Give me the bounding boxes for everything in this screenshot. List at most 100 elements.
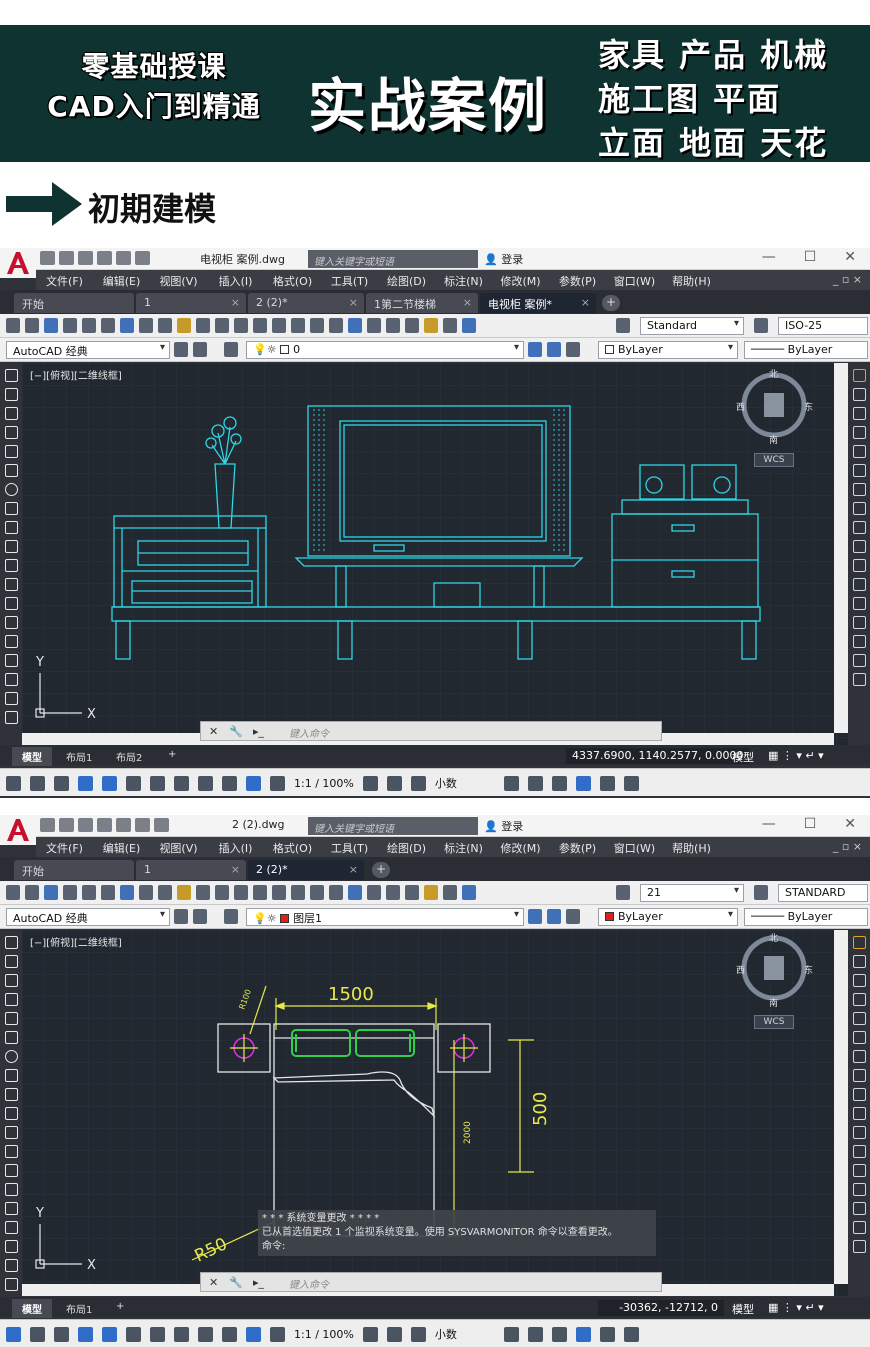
units-icon[interactable] bbox=[410, 775, 426, 791]
more-icon[interactable] bbox=[135, 251, 150, 265]
offset-icon[interactable] bbox=[852, 993, 866, 1006]
menu-draw[interactable]: 绘图(D) bbox=[378, 837, 435, 857]
color-select[interactable]: ByLayer ▾ bbox=[598, 908, 738, 926]
maximize-icon[interactable]: ☐ bbox=[804, 816, 817, 832]
print-icon[interactable] bbox=[116, 251, 131, 265]
table-icon[interactable] bbox=[4, 1259, 18, 1272]
search-input[interactable]: 键入关键字或短语 bbox=[308, 817, 478, 835]
minimize-icon[interactable]: — bbox=[762, 816, 776, 832]
menu-help[interactable]: 帮助(H) bbox=[663, 837, 720, 857]
extend-icon[interactable] bbox=[852, 1126, 866, 1139]
isolate-icon[interactable] bbox=[551, 775, 567, 791]
ortho-icon[interactable] bbox=[78, 1326, 93, 1342]
close-icon[interactable]: ✕ bbox=[844, 249, 856, 265]
isolate-icon[interactable] bbox=[551, 1326, 567, 1342]
menu-dimension[interactable]: 标注(N) bbox=[435, 270, 492, 290]
menu-draw[interactable]: 绘图(D) bbox=[378, 270, 435, 290]
break-icon[interactable] bbox=[852, 578, 866, 591]
chamfer-icon[interactable] bbox=[852, 1183, 866, 1196]
text-style-select[interactable]: 21 ▾ bbox=[640, 884, 744, 902]
menu-format[interactable]: 格式(O) bbox=[264, 270, 321, 290]
save-icon[interactable] bbox=[44, 885, 58, 900]
wcs-menu[interactable]: WCS bbox=[754, 453, 794, 467]
menu-insert[interactable]: 插入(I) bbox=[207, 270, 264, 290]
tab-start[interactable]: 开始 bbox=[14, 860, 134, 880]
rectangle-icon[interactable] bbox=[4, 445, 18, 458]
new-tab-button[interactable]: + bbox=[372, 862, 390, 878]
print-icon[interactable] bbox=[63, 318, 77, 333]
menu-file[interactable]: 文件(F) bbox=[36, 270, 93, 290]
layer-previous-icon[interactable] bbox=[547, 909, 561, 924]
construction-line-icon[interactable] bbox=[4, 388, 18, 401]
menu-insert[interactable]: 插入(I) bbox=[207, 837, 264, 857]
dim-style-select[interactable]: STANDARD bbox=[778, 884, 868, 902]
design-center-icon[interactable] bbox=[367, 885, 381, 900]
prompt-icon[interactable]: ▸_ bbox=[253, 1276, 264, 1289]
mdi-controls[interactable]: _ ▫ × bbox=[825, 270, 870, 290]
app-menu-button[interactable] bbox=[0, 815, 36, 845]
open-file-icon[interactable] bbox=[59, 251, 74, 265]
insert-block-icon[interactable] bbox=[4, 1145, 18, 1158]
annotation-icon[interactable] bbox=[246, 775, 261, 791]
drawing-viewport[interactable]: 1500 2000 500 R100 R50 Y X [−][俯视][二维线框]… bbox=[22, 930, 848, 1296]
annotation-icon[interactable] bbox=[246, 1326, 261, 1342]
circle-icon[interactable] bbox=[4, 483, 18, 496]
scale-icon[interactable] bbox=[852, 1069, 866, 1082]
fillet-icon[interactable] bbox=[852, 635, 866, 648]
zoom-previous-icon[interactable] bbox=[329, 318, 343, 333]
save-as-icon[interactable] bbox=[97, 251, 112, 265]
close-tab-icon[interactable]: × bbox=[581, 296, 590, 309]
tab-1[interactable]: 1 × bbox=[136, 293, 246, 313]
transparency-icon[interactable] bbox=[150, 1326, 165, 1342]
extend-icon[interactable] bbox=[852, 559, 866, 572]
menu-parametric[interactable]: 参数(P) bbox=[549, 270, 606, 290]
layer-manager-icon[interactable] bbox=[224, 342, 238, 357]
customize-menu-icon[interactable] bbox=[623, 775, 639, 791]
tab-1[interactable]: 1 × bbox=[136, 860, 246, 880]
spline-icon[interactable] bbox=[4, 1088, 18, 1101]
zoom-realtime-icon[interactable] bbox=[291, 885, 305, 900]
revision-cloud-icon[interactable] bbox=[4, 1069, 18, 1082]
undo-icon[interactable] bbox=[234, 318, 248, 333]
dim-style-select[interactable]: ISO-25 bbox=[778, 317, 868, 335]
spline-icon[interactable] bbox=[4, 521, 18, 534]
workspace-icon[interactable] bbox=[193, 909, 207, 924]
hatch-icon[interactable] bbox=[4, 1202, 18, 1215]
tab-start[interactable]: 开始 bbox=[14, 293, 134, 313]
gradient-icon[interactable] bbox=[4, 654, 18, 667]
trim-icon[interactable] bbox=[852, 540, 866, 553]
arc-icon[interactable] bbox=[4, 1031, 18, 1044]
layer-select[interactable]: 💡☼ 0 ▾ bbox=[246, 341, 524, 359]
publish-icon[interactable] bbox=[101, 318, 115, 333]
blend-icon[interactable] bbox=[852, 654, 866, 667]
object-snap-icon[interactable] bbox=[54, 775, 69, 791]
units-value[interactable]: 小数 bbox=[435, 1326, 495, 1342]
paste-icon[interactable] bbox=[177, 318, 191, 333]
grid-icon[interactable]: ▦ ⋮ ▾ ↵ ▾ bbox=[762, 1300, 830, 1316]
lock-ui-icon[interactable] bbox=[527, 1326, 543, 1342]
fillet-icon[interactable] bbox=[852, 1202, 866, 1215]
scale-icon[interactable] bbox=[852, 502, 866, 515]
new-icon[interactable] bbox=[6, 318, 20, 333]
tab-layout2[interactable]: 布局2 bbox=[106, 747, 152, 766]
zoom-realtime-icon[interactable] bbox=[291, 318, 305, 333]
tab-layout1[interactable]: 布局1 bbox=[56, 1299, 102, 1318]
tab-model[interactable]: 模型 bbox=[12, 1299, 52, 1318]
polyline-icon[interactable] bbox=[4, 974, 18, 987]
zoom-window-icon[interactable] bbox=[310, 885, 324, 900]
maximize-icon[interactable]: ☐ bbox=[804, 249, 817, 265]
new-tab-button[interactable]: + bbox=[602, 295, 620, 311]
blend-icon[interactable] bbox=[852, 1221, 866, 1234]
login-button[interactable]: 👤 登录 bbox=[484, 251, 523, 267]
viewport-controls-label[interactable]: [−][俯视][二维线框] bbox=[30, 367, 122, 382]
zoom-previous-icon[interactable] bbox=[329, 885, 343, 900]
rectangle-icon[interactable] bbox=[4, 1012, 18, 1025]
close-icon[interactable]: ✕ bbox=[209, 725, 218, 738]
menu-parametric[interactable]: 参数(P) bbox=[549, 837, 606, 857]
array-icon[interactable] bbox=[852, 1012, 866, 1025]
save-icon[interactable] bbox=[78, 818, 93, 832]
tab-tv-cabinet[interactable]: 电视柜 案例* × bbox=[480, 293, 596, 313]
save-icon[interactable] bbox=[44, 318, 58, 333]
rotate-icon[interactable] bbox=[852, 1050, 866, 1063]
stretch-icon[interactable] bbox=[852, 521, 866, 534]
